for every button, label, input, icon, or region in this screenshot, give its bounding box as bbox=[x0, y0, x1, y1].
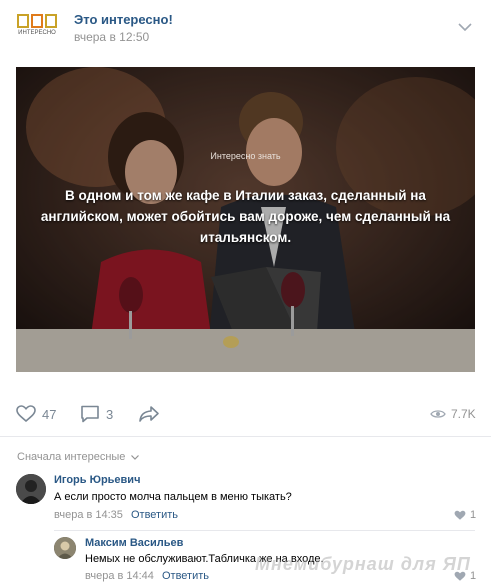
like-button[interactable]: 47 bbox=[16, 405, 56, 423]
comment-like-button[interactable]: 1 bbox=[454, 509, 476, 521]
views-counter: 7.7K bbox=[430, 407, 476, 421]
comment-author[interactable]: Игорь Юрьевич bbox=[54, 474, 140, 486]
image-kicker: Интересно знать bbox=[210, 151, 281, 161]
comment-time[interactable]: вчера в 14:44 bbox=[85, 570, 154, 582]
post-time[interactable]: вчера в 12:50 bbox=[74, 30, 149, 44]
comment-time[interactable]: вчера в 14:35 bbox=[54, 509, 123, 521]
comment-icon bbox=[81, 405, 99, 423]
share-button[interactable] bbox=[138, 405, 166, 423]
share-icon bbox=[139, 406, 159, 422]
heart-icon bbox=[454, 510, 466, 520]
post-image[interactable]: Интересно знать В одном и том же кафе в … bbox=[16, 67, 475, 372]
reply-button[interactable]: Ответить bbox=[162, 570, 209, 582]
divider bbox=[54, 530, 475, 531]
comments-sort-dropdown[interactable]: Сначала интересные bbox=[17, 451, 140, 463]
comment-author[interactable]: Максим Васильев bbox=[85, 537, 183, 549]
comment-text: А если просто молча пальцем в меню тыкат… bbox=[54, 491, 292, 503]
chevron-down-icon bbox=[131, 454, 140, 460]
views-count: 7.7K bbox=[451, 407, 476, 421]
image-caption: В одном и том же кафе в Италии заказ, сд… bbox=[40, 188, 451, 245]
avatar[interactable] bbox=[54, 537, 76, 559]
group-name[interactable]: Это интересно! bbox=[74, 12, 173, 27]
comments-sort-label: Сначала интересные bbox=[17, 451, 126, 463]
watermark: Мнемибурнаш для ЯП bbox=[255, 554, 471, 574]
logo-text: ИНТЕРЕСНО bbox=[18, 30, 56, 36]
comment-button[interactable]: 3 bbox=[80, 405, 113, 423]
group-logo[interactable]: ИНТЕРЕСНО bbox=[17, 14, 57, 40]
comment-count: 3 bbox=[106, 406, 114, 422]
divider bbox=[0, 436, 491, 437]
like-count: 47 bbox=[42, 406, 57, 422]
chevron-down-icon[interactable] bbox=[458, 18, 472, 32]
reply-button[interactable]: Ответить bbox=[131, 509, 178, 521]
avatar[interactable] bbox=[16, 474, 46, 504]
heart-icon bbox=[16, 405, 36, 423]
eye-icon bbox=[430, 410, 446, 418]
comment-like-count: 1 bbox=[470, 509, 477, 521]
